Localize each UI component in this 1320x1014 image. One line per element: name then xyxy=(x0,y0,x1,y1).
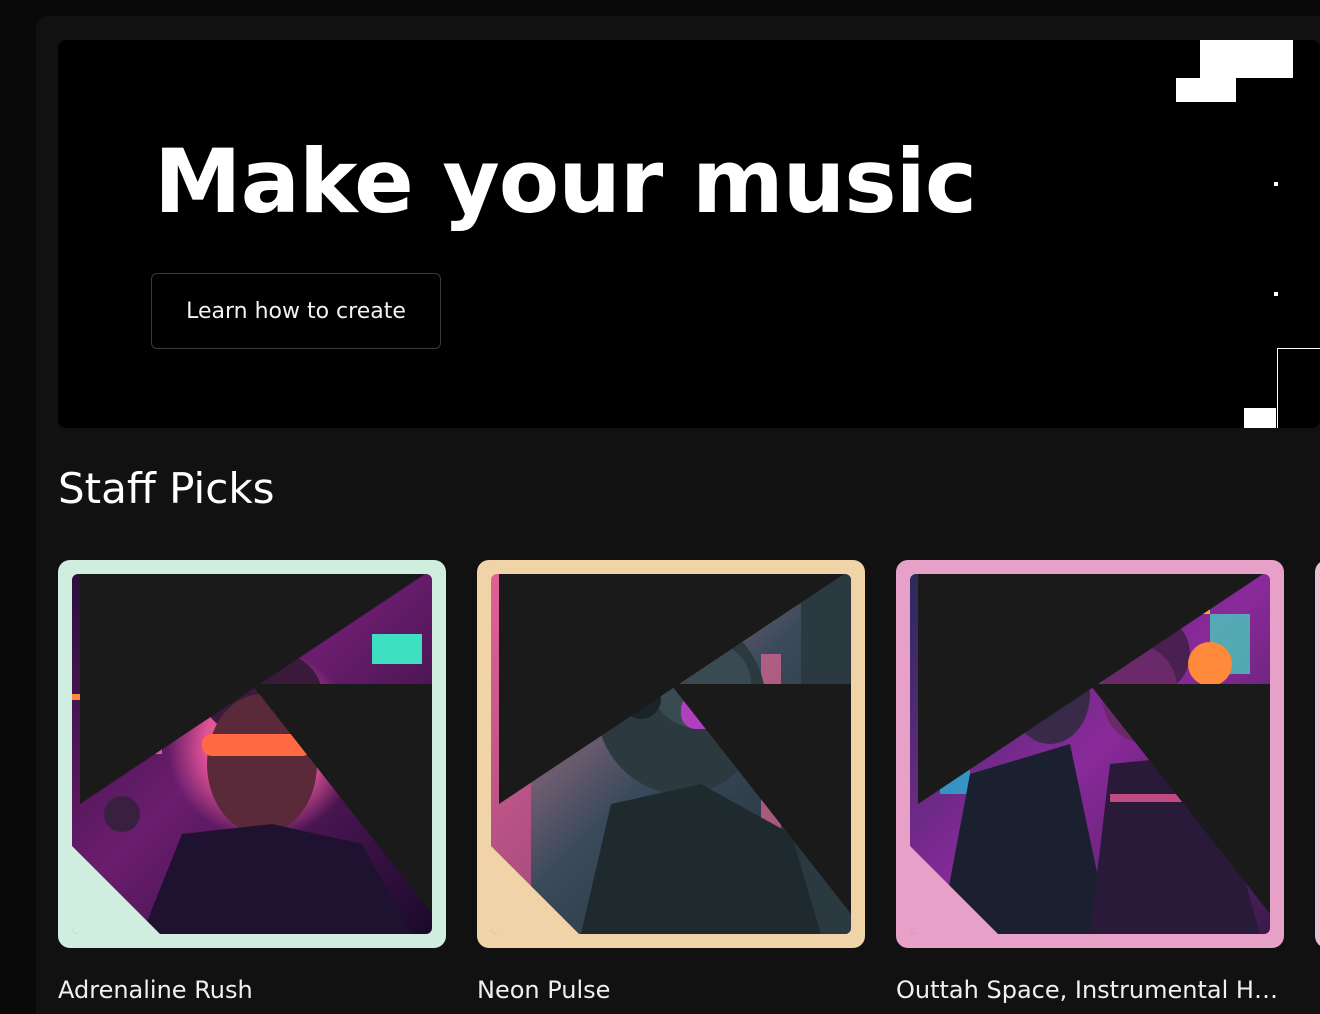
song-title[interactable]: Adrenaline Rush xyxy=(58,976,444,1004)
song-title[interactable]: Neon Pulse xyxy=(477,976,863,1004)
song-card-peek[interactable] xyxy=(1315,560,1320,948)
song-cover-image xyxy=(72,574,432,934)
pixel-dot xyxy=(1274,182,1278,186)
brand-logo-icon xyxy=(918,574,1270,914)
pixel-block xyxy=(1244,408,1276,428)
song-cover-image xyxy=(491,574,851,934)
song-card[interactable] xyxy=(477,560,865,948)
pixel-outline xyxy=(1277,348,1320,428)
brand-logo-icon xyxy=(499,574,851,914)
pixel-block xyxy=(1176,78,1236,102)
hero-title: Make your music xyxy=(154,130,977,233)
song-card[interactable] xyxy=(896,560,1284,948)
song-card[interactable] xyxy=(58,560,446,948)
learn-how-to-create-button[interactable]: Learn how to create xyxy=(151,273,441,349)
song-title[interactable]: Outtah Space, Instrumental Hip... xyxy=(896,976,1282,1004)
pixel-block xyxy=(1200,40,1293,78)
brand-logo-icon xyxy=(80,574,432,914)
pixel-dot xyxy=(1274,292,1278,296)
hero-banner: Make your music Learn how to create xyxy=(58,40,1320,428)
main-panel: Make your music Learn how to create Staf… xyxy=(36,16,1320,1014)
staff-picks-heading: Staff Picks xyxy=(58,464,275,513)
song-cover-image xyxy=(910,574,1270,934)
